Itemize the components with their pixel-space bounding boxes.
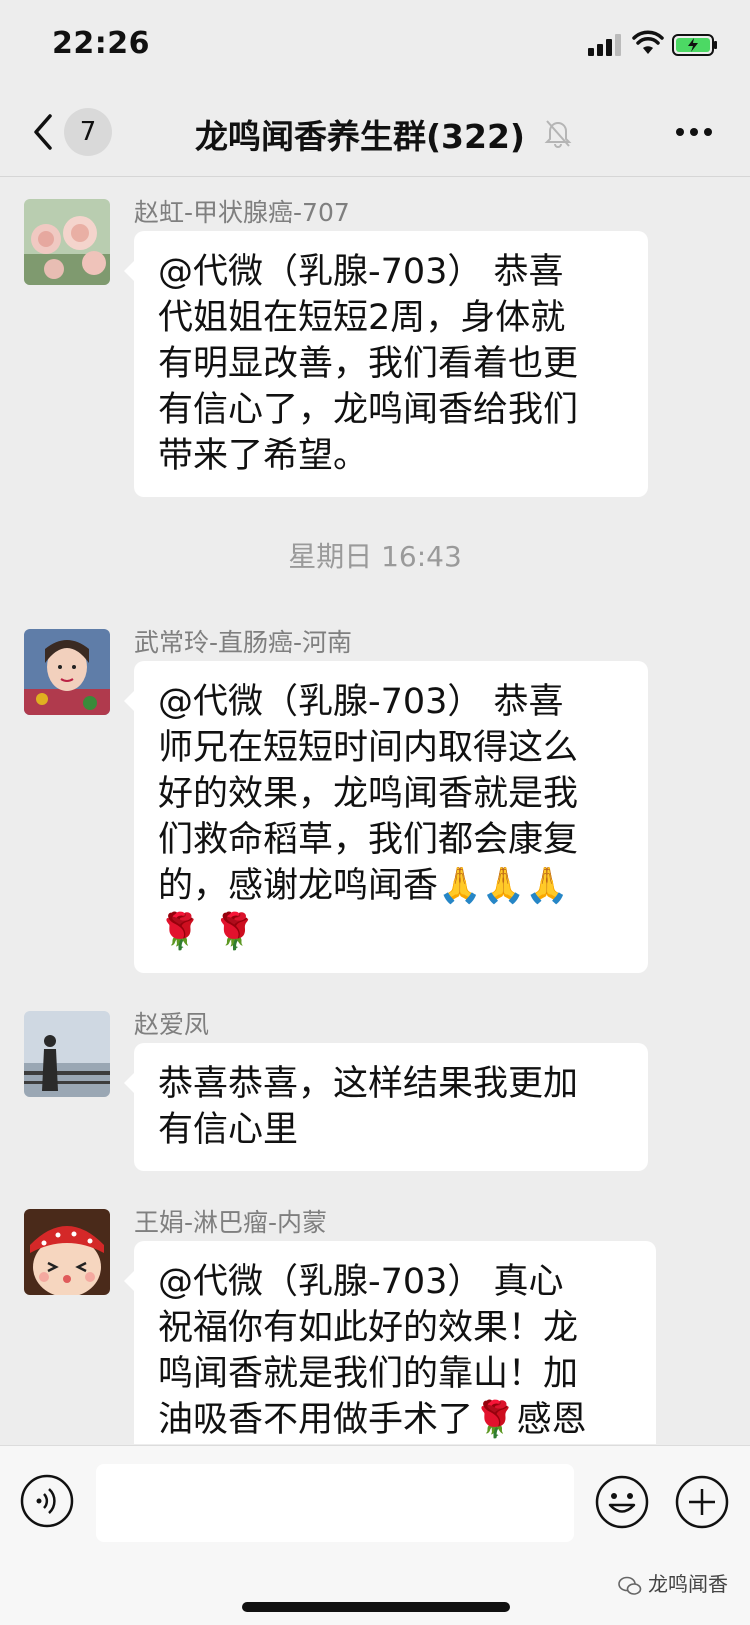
home-indicator xyxy=(242,1602,510,1612)
plus-icon[interactable] xyxy=(674,1474,730,1530)
message-line: 祝福你有如此好的效果！龙 xyxy=(158,1308,579,1348)
message-line: @代微（乳腺-703） 真心 xyxy=(158,1262,564,1302)
message-line: 鸣闻香就是我们的靠山！加 xyxy=(158,1354,579,1394)
voice-icon[interactable] xyxy=(20,1474,74,1528)
message-line: 油吸香不用做手术了🌹感恩 xyxy=(158,1400,587,1440)
input-bar: 龙鸣闻香 xyxy=(0,1445,750,1625)
cellular-signal-icon xyxy=(588,32,624,56)
status-bar: 22:26 xyxy=(0,0,750,90)
message-bubble[interactable]: @代微（乳腺-703） 真心 祝福你有如此好的效果！龙 鸣闻香就是我们的靠山！加… xyxy=(124,1241,656,1444)
message-line: 恭喜恭喜，这样结果我更加 xyxy=(158,1064,579,1104)
more-dots-icon[interactable] xyxy=(674,126,714,138)
battery-icon xyxy=(672,34,718,56)
wifi-icon xyxy=(632,30,664,56)
unread-count-badge[interactable]: 7 xyxy=(64,108,112,156)
emoji-icon[interactable] xyxy=(594,1474,650,1530)
chat-title: 龙鸣闻香养生群(322) xyxy=(194,117,526,156)
message-line: 有信心了，龙鸣闻香给我们 xyxy=(158,390,579,430)
chevron-left-icon[interactable] xyxy=(28,112,58,152)
avatar[interactable] xyxy=(24,199,110,285)
message-line: @代微（乳腺-703） 恭喜 xyxy=(158,252,564,292)
sender-name: 王娟-淋巴瘤-内蒙 xyxy=(134,1208,328,1237)
message-line: @代微（乳腺-703） 恭喜 xyxy=(158,682,564,722)
status-time: 22:26 xyxy=(52,26,150,61)
watermark-text: 龙鸣闻香 xyxy=(648,1572,728,1596)
avatar[interactable] xyxy=(24,1209,110,1295)
message-line: 们救命稻草，我们都会康复 xyxy=(158,820,579,860)
avatar[interactable] xyxy=(24,1011,110,1097)
message-input[interactable] xyxy=(96,1464,574,1542)
sender-name: 赵虹-甲状腺癌-707 xyxy=(134,198,350,227)
chat-header: 7 龙鸣闻香养生群(322) xyxy=(0,90,750,177)
timestamp: 星期日 16:43 xyxy=(288,540,462,573)
message-line: 🌹 🌹 xyxy=(158,912,257,952)
message-line: 有明显改善，我们看着也更 xyxy=(158,344,579,384)
message-line: 带来了希望。 xyxy=(158,436,369,476)
message-line: 的，感谢龙鸣闻香🙏🙏🙏 xyxy=(158,866,569,906)
watermark: 龙鸣闻香 xyxy=(618,1568,728,1597)
bell-muted-icon xyxy=(544,118,572,148)
message-line: 代姐姐在短短2周，身体就 xyxy=(158,298,566,338)
message-bubble[interactable]: @代微（乳腺-703） 恭喜 师兄在短短时间内取得这么 好的效果，龙鸣闻香就是我… xyxy=(124,661,648,973)
message-bubble[interactable]: @代微（乳腺-703） 恭喜 代姐姐在短短2周，身体就 有明显改善，我们看着也更… xyxy=(124,231,648,497)
message-line: 好的效果，龙鸣闻香就是我 xyxy=(158,774,579,814)
sender-name: 武常玲-直肠癌-河南 xyxy=(134,628,353,657)
avatar[interactable] xyxy=(24,629,110,715)
message-line: 有信心里 xyxy=(158,1110,299,1150)
sender-name: 赵爱凤 xyxy=(134,1010,210,1039)
message-list[interactable]: 赵虹-甲状腺癌-707 @代微（乳腺-703） 恭喜 代姐姐在短短2周，身体就 … xyxy=(0,177,750,1444)
message-line: 师兄在短短时间内取得这么 xyxy=(158,728,579,768)
wechat-icon xyxy=(618,1576,642,1595)
message-bubble[interactable]: 恭喜恭喜，这样结果我更加 有信心里 xyxy=(124,1043,648,1171)
